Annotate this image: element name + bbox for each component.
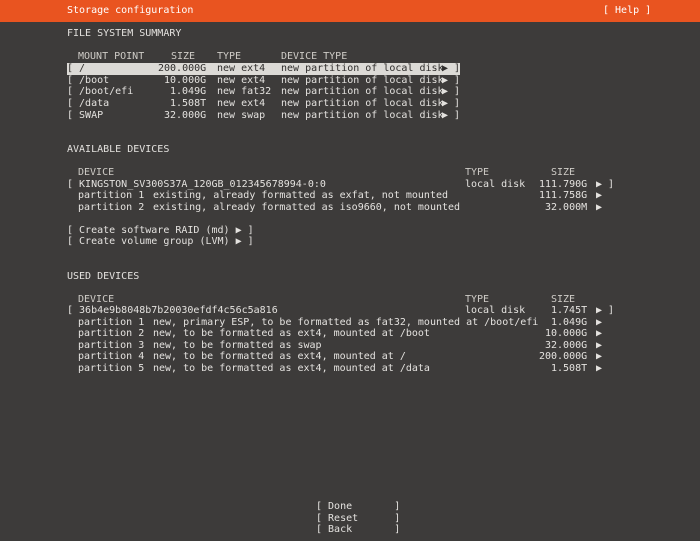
partition-name: partition 2: [78, 202, 145, 213]
fs-row-swap[interactable]: [ SWAP 32.000G new swap new partition of…: [67, 110, 460, 122]
col-size: SIZE: [551, 167, 576, 178]
disk-size: 111.790G: [539, 179, 588, 190]
available-devices-header: DEVICE TYPE SIZE: [67, 167, 575, 179]
fs-device: new partition of local disk: [281, 86, 444, 97]
partition-name: partition 5: [78, 363, 145, 374]
row-arrow-icon: ▶ ]: [442, 63, 461, 74]
fs-mount: [ SWAP: [67, 110, 104, 121]
used-partition-row[interactable]: partition 5 new, to be formatted as ext4…: [67, 363, 602, 375]
fs-device: new partition of local disk: [281, 63, 444, 74]
fs-device: new partition of local disk: [281, 98, 444, 109]
partition-size: 32.000G: [545, 340, 588, 351]
fs-summary-title: FILE SYSTEM SUMMARY: [67, 28, 182, 39]
used-partition-row[interactable]: partition 4 new, to be formatted as ext4…: [67, 351, 602, 363]
used-devices-header: DEVICE TYPE SIZE: [67, 294, 575, 306]
partition-size: 1.049G: [551, 317, 588, 328]
page-title: Storage configuration: [67, 5, 194, 16]
used-partition-row[interactable]: partition 2 new, to be formatted as ext4…: [67, 328, 602, 340]
create-lvm-button[interactable]: [ Create volume group (LVM) ▶ ]: [67, 236, 254, 248]
col-mount-point: MOUNT POINT: [78, 51, 145, 62]
row-arrow-icon: ▶ ]: [442, 110, 461, 121]
col-type: TYPE: [465, 294, 490, 305]
fs-size: 1.508T: [170, 98, 207, 109]
fs-mount: [ /boot/efi: [67, 86, 134, 97]
disk-type: local disk: [465, 305, 526, 316]
reset-button[interactable]: [ Reset ]: [316, 513, 400, 525]
available-disk-row[interactable]: [ KINGSTON_SV300S37A_120GB_012345678994-…: [67, 179, 614, 191]
fs-row-boot-efi[interactable]: [ /boot/efi 1.049G new fat32 new partiti…: [67, 86, 460, 98]
row-arrow-icon: ▶: [596, 328, 603, 339]
col-size: SIZE: [551, 294, 576, 305]
fs-row-root[interactable]: [ / 200.000G new ext4 new partition of l…: [67, 63, 460, 75]
disk-name: [ KINGSTON_SV300S37A_120GB_012345678994-…: [67, 179, 326, 190]
fs-type: new ext4: [217, 63, 266, 74]
disk-size: 1.745T: [551, 305, 588, 316]
row-arrow-icon: ▶ ]: [442, 98, 461, 109]
available-devices-title: AVAILABLE DEVICES: [67, 144, 170, 155]
used-partition-row[interactable]: partition 1 new, primary ESP, to be form…: [67, 317, 602, 329]
header-bar: Storage configuration [ Help ]: [0, 0, 700, 22]
disk-name: [ 36b4e9b8048b7b20030efdf4c56c5a816: [67, 305, 278, 316]
fs-mount: [ /boot: [67, 75, 110, 86]
partition-desc: new, to be formatted as ext4, mounted at…: [153, 351, 406, 362]
partition-name: partition 2: [78, 328, 145, 339]
used-devices-title: USED DEVICES: [67, 271, 140, 282]
fs-row-boot[interactable]: [ /boot 10.000G new ext4 new partition o…: [67, 75, 460, 87]
partition-size: 200.000G: [539, 351, 588, 362]
row-arrow-icon: ▶: [596, 340, 603, 351]
fs-mount: [ /: [67, 63, 86, 74]
partition-size: 1.508T: [551, 363, 588, 374]
row-arrow-icon: ▶ ]: [442, 75, 461, 86]
row-arrow-icon: ▶: [596, 317, 603, 328]
partition-size: 32.000M: [545, 202, 588, 213]
col-device: DEVICE: [78, 167, 115, 178]
available-partition-row[interactable]: partition 1 existing, already formatted …: [67, 190, 602, 202]
fs-size: 200.000G: [158, 63, 207, 74]
col-type: TYPE: [217, 51, 242, 62]
fs-device: new partition of local disk: [281, 110, 444, 121]
fs-type: new ext4: [217, 75, 266, 86]
partition-desc: existing, already formatted as iso9660, …: [153, 202, 461, 213]
partition-desc: new, to be formatted as swap: [153, 340, 322, 351]
fs-mount: [ /data: [67, 98, 110, 109]
partition-name: partition 4: [78, 351, 145, 362]
col-device-type: DEVICE TYPE: [281, 51, 348, 62]
col-size: SIZE: [171, 51, 196, 62]
partition-name: partition 3: [78, 340, 145, 351]
partition-desc: existing, already formatted as exfat, no…: [153, 190, 449, 201]
row-arrow-icon: ▶ ]: [596, 305, 615, 316]
done-button[interactable]: [ Done ]: [316, 501, 400, 513]
row-arrow-icon: ▶: [596, 363, 603, 374]
used-partition-row[interactable]: partition 3 new, to be formatted as swap…: [67, 340, 602, 352]
back-button[interactable]: [ Back ]: [316, 524, 400, 536]
col-device: DEVICE: [78, 294, 115, 305]
row-arrow-icon: ▶: [596, 351, 603, 362]
partition-desc: new, primary ESP, to be formatted as fat…: [153, 317, 539, 328]
row-arrow-icon: ▶ ]: [596, 179, 615, 190]
fs-size: 32.000G: [164, 110, 207, 121]
row-arrow-icon: ▶ ]: [442, 86, 461, 97]
available-partition-row[interactable]: partition 2 existing, already formatted …: [67, 202, 602, 214]
disk-type: local disk: [465, 179, 526, 190]
used-disk-row[interactable]: [ 36b4e9b8048b7b20030efdf4c56c5a816 loca…: [67, 305, 614, 317]
row-arrow-icon: ▶: [596, 202, 603, 213]
fs-size: 1.049G: [170, 86, 207, 97]
partition-name: partition 1: [78, 317, 145, 328]
fs-size: 10.000G: [164, 75, 207, 86]
partition-desc: new, to be formatted as ext4, mounted at…: [153, 363, 430, 374]
fs-device: new partition of local disk: [281, 75, 444, 86]
fs-summary-header: MOUNT POINT SIZE TYPE DEVICE TYPE: [67, 51, 347, 63]
fs-type: new fat32: [217, 86, 272, 97]
partition-size: 10.000G: [545, 328, 588, 339]
partition-name: partition 1: [78, 190, 145, 201]
partition-desc: new, to be formatted as ext4, mounted at…: [153, 328, 430, 339]
fs-type: new ext4: [217, 98, 266, 109]
create-raid-button[interactable]: [ Create software RAID (md) ▶ ]: [67, 225, 254, 237]
fs-row-data[interactable]: [ /data 1.508T new ext4 new partition of…: [67, 98, 460, 110]
partition-size: 111.758G: [539, 190, 588, 201]
row-arrow-icon: ▶: [596, 190, 603, 201]
col-type: TYPE: [465, 167, 490, 178]
fs-type: new swap: [217, 110, 266, 121]
help-button[interactable]: [ Help ]: [603, 5, 651, 17]
